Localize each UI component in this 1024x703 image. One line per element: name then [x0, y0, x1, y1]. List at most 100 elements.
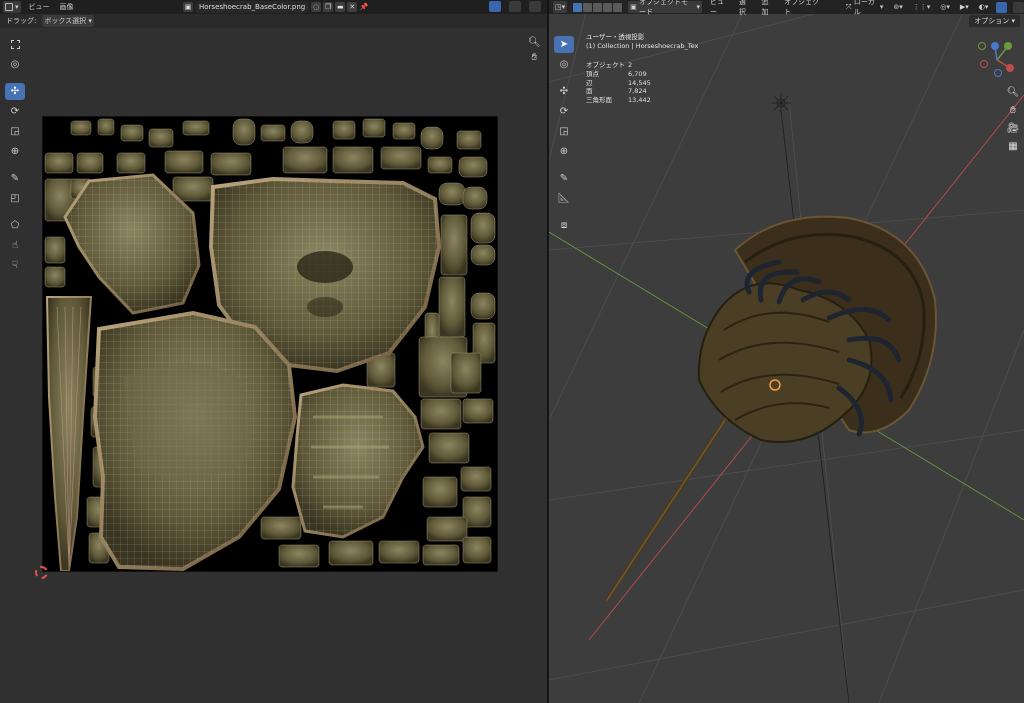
- mode-value: オブジェクトモード: [638, 0, 688, 16]
- selection-modes: [573, 2, 623, 12]
- chevron-down-icon: ▾: [15, 3, 19, 11]
- pan-hand-icon[interactable]: ✋︎: [532, 52, 538, 63]
- overlay-toggle-icon[interactable]: [1013, 1, 1024, 13]
- relax-icon[interactable]: ⬠: [5, 217, 25, 234]
- options-dropdown[interactable]: オプション ▾: [969, 15, 1020, 27]
- gizmo-toggle-icon[interactable]: [529, 1, 541, 12]
- camera-icon[interactable]: 🎥︎: [1006, 121, 1020, 135]
- viewport-header: ◳▾ ▣ オブジェクトモード ▾ ビュー 選択 追加 オブジェクト ⤧ ローカル: [549, 0, 1024, 16]
- object-mode-icon: ▣: [630, 3, 639, 11]
- cursor-icon[interactable]: ◎: [554, 56, 574, 73]
- cursor-icon[interactable]: ◎: [5, 56, 25, 73]
- zoom-icon[interactable]: 🔍︎: [528, 37, 541, 48]
- menu-view[interactable]: ビュー: [708, 0, 731, 16]
- options-label: オプション: [974, 17, 1010, 25]
- select-subtract-icon[interactable]: [593, 2, 603, 12]
- menu-select[interactable]: 選択: [737, 0, 754, 16]
- annotate-icon[interactable]: ✎: [5, 170, 25, 187]
- viewport-toolbar: ➤ ◎ ✣ ⟳ ◲ ⊕ ✎ 📐︎ ⧈: [554, 36, 576, 234]
- image-browse-icon[interactable]: ▣: [183, 2, 193, 12]
- editor-type-button[interactable]: ◳▾: [553, 1, 568, 13]
- snap-icon[interactable]: ⋮⋮▾: [911, 1, 933, 13]
- select-cursor-icon[interactable]: ➤: [554, 36, 574, 53]
- rotate-icon[interactable]: ⟳: [5, 103, 25, 120]
- select-set-icon[interactable]: [573, 2, 583, 12]
- folder-icon[interactable]: ▬: [335, 2, 346, 12]
- tool-settings-bar: ドラッグ: ボックス選択 ▾: [0, 14, 547, 28]
- y-axis-icon: [1004, 42, 1012, 50]
- grab-icon[interactable]: ◰: [5, 190, 25, 207]
- 3d-viewport[interactable]: ◳▾ ▣ オブジェクトモード ▾ ビュー 選択 追加 オブジェクト ⤧ ローカル: [549, 0, 1024, 703]
- zoom-icon[interactable]: 🔍︎: [1006, 85, 1020, 99]
- mode-dropdown[interactable]: ▣ オブジェクトモード ▾: [628, 0, 702, 16]
- uv-editor: ▾ ビュー 画像 ▣ Horseshoecrab_BaseColor.png ◌…: [0, 0, 547, 703]
- sample-icon[interactable]: ☟: [5, 257, 25, 274]
- pinch-icon[interactable]: ☝: [5, 237, 25, 254]
- stat-row: 三角形面 13,442: [586, 96, 651, 105]
- stat-row: 面 7,824: [586, 87, 647, 96]
- shield-icon[interactable]: ◌: [311, 2, 322, 12]
- viewport-navigation: 🔍︎ ✋︎ 🎥︎ ▦: [1006, 85, 1020, 153]
- image-name-field[interactable]: Horseshoecrab_BaseColor.png: [195, 1, 310, 13]
- scale-icon[interactable]: ◲: [5, 123, 25, 140]
- editor-type-button[interactable]: ▾: [3, 1, 21, 13]
- duplicate-icon[interactable]: ❐: [323, 2, 334, 12]
- 2d-cursor-icon[interactable]: [35, 566, 48, 579]
- 3d-view-icon: ◳▾: [555, 3, 566, 11]
- display-channels-icon[interactable]: [509, 1, 521, 12]
- scene-statistics: オブジェクト 2 頂点 6,709 辺 14,545 面 7,824 三角形面 13,44…: [586, 61, 651, 105]
- rotate-icon[interactable]: ⟳: [554, 103, 574, 120]
- select-box-icon[interactable]: [5, 36, 25, 53]
- grid-view-icon[interactable]: ▦: [1006, 139, 1020, 153]
- proportional-edit-icon[interactable]: ◎▾: [938, 1, 952, 13]
- pan-hand-icon[interactable]: ✋︎: [1006, 103, 1020, 117]
- drag-mode-dropdown[interactable]: ボックス選択 ▾: [42, 15, 94, 27]
- z-axis-icon: [991, 42, 999, 50]
- orientation-value: ローカル: [853, 0, 875, 16]
- playback-icon[interactable]: ▶▾: [958, 1, 971, 13]
- add-cube-icon[interactable]: ⧈: [554, 217, 574, 234]
- viewport-info: ユーザー・透視投影 (1) Collection | Horseshoecrab…: [586, 33, 698, 51]
- select-intersect-icon[interactable]: [613, 2, 623, 12]
- uv-navigation: 🔍︎ ✋︎: [528, 37, 541, 63]
- menu-image[interactable]: 画像: [58, 1, 76, 13]
- viewport-scene: [549, 0, 1024, 703]
- uv-texture-canvas[interactable]: [42, 116, 498, 572]
- scale-icon[interactable]: ◲: [554, 123, 574, 140]
- visibility-icon[interactable]: ◐▾: [977, 1, 991, 13]
- chevron-down-icon: ▾: [86, 17, 92, 25]
- move-icon[interactable]: ✣: [554, 83, 574, 100]
- drag-mode-value: ボックス選択: [44, 17, 87, 25]
- menu-object[interactable]: オブジェクト: [782, 0, 824, 16]
- texture-uv-layout: [44, 118, 496, 571]
- move-icon[interactable]: ✣: [5, 83, 25, 100]
- uv-sync-icon[interactable]: [489, 1, 501, 12]
- uv-toolbar: ◎ ✣ ⟳ ◲ ⊕ ✎ ◰ ⬠ ☝ ☟: [5, 36, 27, 274]
- transform-icon[interactable]: ⊕: [554, 143, 574, 160]
- close-icon[interactable]: ✕: [347, 2, 358, 12]
- axis-navigation-gizmo[interactable]: [976, 38, 1018, 80]
- menu-view[interactable]: ビュー: [27, 1, 52, 13]
- stat-row: オブジェクト 2: [586, 61, 633, 69]
- select-invert-icon[interactable]: [603, 2, 613, 12]
- image-editor-icon: [5, 3, 13, 11]
- viewport-options-bar: オプション ▾: [969, 15, 1020, 27]
- select-extend-icon[interactable]: [583, 2, 593, 12]
- annotate-icon[interactable]: ✎: [554, 170, 574, 187]
- pin-icon[interactable]: 📌: [359, 2, 369, 12]
- measure-icon[interactable]: 📐︎: [554, 190, 574, 207]
- x-axis-icon: [1006, 64, 1014, 72]
- blender-window: ▾ ビュー 画像 ▣ Horseshoecrab_BaseColor.png ◌…: [0, 0, 1024, 703]
- drag-label: ドラッグ:: [6, 17, 37, 25]
- horseshoe-crab-model: [604, 215, 937, 603]
- transform-icon[interactable]: ⊕: [5, 143, 25, 160]
- chevron-down-icon: ▾: [694, 3, 700, 11]
- orientation-dropdown[interactable]: ⤧ ローカル ▾: [844, 0, 885, 16]
- gizmo-toggle-icon[interactable]: [996, 1, 1008, 13]
- chevron-down-icon: ▾: [877, 3, 884, 11]
- menu-add[interactable]: 追加: [760, 0, 777, 16]
- transform-orientation-icon: ⤧: [845, 2, 854, 11]
- pivot-icon[interactable]: ⊚▾: [891, 1, 904, 13]
- chevron-down-icon: ▾: [1009, 17, 1015, 25]
- image-selector: ▣ Horseshoecrab_BaseColor.png ◌ ❐ ▬ ✕ 📌: [183, 1, 369, 13]
